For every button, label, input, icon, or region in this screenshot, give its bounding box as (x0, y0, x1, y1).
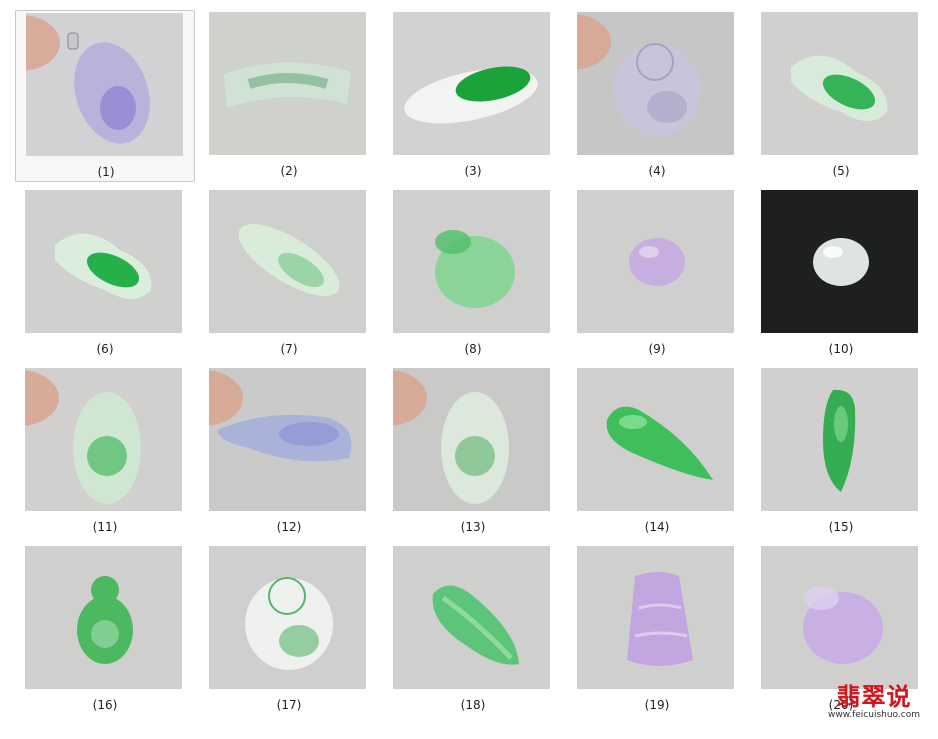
white-green-buddha-image[interactable] (209, 546, 366, 689)
jade-photo-svg (823, 389, 856, 492)
jade-photo-svg (404, 66, 538, 124)
thumbnail-caption: (11) (92, 520, 118, 534)
thumbnail-item[interactable]: (8) (383, 188, 563, 360)
lavender-bamboo-pendant-image[interactable] (577, 546, 734, 689)
jade-photo-svg (432, 585, 519, 665)
jade-photo-svg (629, 238, 685, 286)
thumbnail-caption: (16) (92, 698, 118, 712)
thumbnail-item[interactable]: (5) (751, 10, 931, 182)
thumbnail-item[interactable]: (11) (15, 366, 195, 538)
thumbnail-caption: (17) (276, 698, 302, 712)
jade-photo-svg (238, 224, 340, 296)
lavender-buddha-image[interactable] (577, 12, 734, 155)
thumbnail-caption: (2) (280, 164, 298, 178)
thumbnail-item[interactable]: (3) (383, 10, 563, 182)
thumbnail-caption: (1) (97, 165, 115, 179)
thumbnail-item[interactable]: (9) (567, 188, 747, 360)
green-leaf-pendant-image[interactable] (393, 546, 550, 689)
watermark-url: www.feicuishuo.com (827, 710, 920, 720)
thumbnail-item[interactable]: (1) (15, 10, 195, 182)
thumbnail-grid: (1) (2) (3) (4) (5) (6) (7) (8) (9) (10) (11) (12) (… (15, 10, 935, 735)
thumbnail-item[interactable]: (16) (15, 544, 195, 716)
thumbnail-item[interactable]: (15) (751, 366, 931, 538)
green-teardrop-image[interactable] (577, 368, 734, 511)
thumbnail-item[interactable]: (6) (15, 188, 195, 360)
green-carved-pendant-image[interactable] (209, 190, 366, 333)
jade-photo-svg (577, 14, 701, 136)
jade-photo-svg (606, 406, 713, 480)
jade-photo-svg (791, 55, 888, 121)
thumbnail-caption: (7) (280, 342, 298, 356)
jade-photo-svg (25, 370, 141, 504)
thumbnail-caption: (6) (96, 342, 114, 356)
jade-photo-svg (224, 62, 351, 108)
jade-photo-svg (813, 238, 869, 286)
lavender-carving-image[interactable] (209, 368, 366, 511)
jade-photo-svg (26, 15, 150, 144)
green-buddha-image[interactable] (25, 368, 182, 511)
thumbnail-item[interactable]: (14) (567, 366, 747, 538)
green-carved-pendant-image[interactable] (393, 12, 550, 155)
jade-photo-svg (435, 230, 515, 308)
thumbnail-item[interactable]: (7) (199, 188, 379, 360)
thumbnail-caption: (3) (464, 164, 482, 178)
lavender-drop-pendant-image[interactable] (761, 546, 918, 689)
green-carving-image[interactable] (393, 368, 550, 511)
thumbnail-item[interactable]: (19) (567, 544, 747, 716)
jade-photo-svg (627, 572, 693, 666)
thumbnail-caption: (18) (460, 698, 486, 712)
thumbnail-item[interactable]: (10) (751, 188, 931, 360)
thumbnail-caption: (9) (648, 342, 666, 356)
green-peapod-image[interactable] (25, 190, 182, 333)
thumbnail-item[interactable]: (12) (199, 366, 379, 538)
watermark-logo: 翡翠说 www.feicuishuo.com (828, 684, 920, 721)
lavender-pendant-image[interactable] (26, 13, 183, 156)
thumbnail-item[interactable]: (2) (199, 10, 379, 182)
thumbnail-caption: (10) (828, 342, 854, 356)
thumbnail-item[interactable]: (13) (383, 366, 563, 538)
thumbnail-caption: (8) (464, 342, 482, 356)
thumbnail-caption: (4) (648, 164, 666, 178)
thumbnail-caption: (12) (276, 520, 302, 534)
thumbnail-item[interactable]: (4) (567, 10, 747, 182)
green-peapod-image[interactable] (761, 12, 918, 155)
green-bangle-bar-image[interactable] (209, 12, 366, 155)
jade-photo-svg (55, 233, 152, 299)
green-pepper-pendant-image[interactable] (761, 368, 918, 511)
green-ruyi-pendant-image[interactable] (393, 190, 550, 333)
jade-photo-svg (393, 370, 509, 504)
thumbnail-caption: (13) (460, 520, 486, 534)
icy-cabochon-image[interactable] (761, 190, 918, 333)
jade-photo-svg (77, 576, 133, 664)
thumbnail-item[interactable]: (17) (199, 544, 379, 716)
green-small-buddha-image[interactable] (25, 546, 182, 689)
jade-photo-svg (209, 370, 352, 462)
lavender-cabochon-image[interactable] (577, 190, 734, 333)
thumbnail-caption: (15) (828, 520, 854, 534)
thumbnail-item[interactable]: (18) (383, 544, 563, 716)
jade-photo-svg (803, 586, 883, 664)
thumbnail-caption: (5) (832, 164, 850, 178)
thumbnail-caption: (19) (644, 698, 670, 712)
jade-photo-svg (245, 577, 333, 670)
watermark-title: 翡翠说 (836, 683, 912, 711)
thumbnail-caption: (14) (644, 520, 670, 534)
